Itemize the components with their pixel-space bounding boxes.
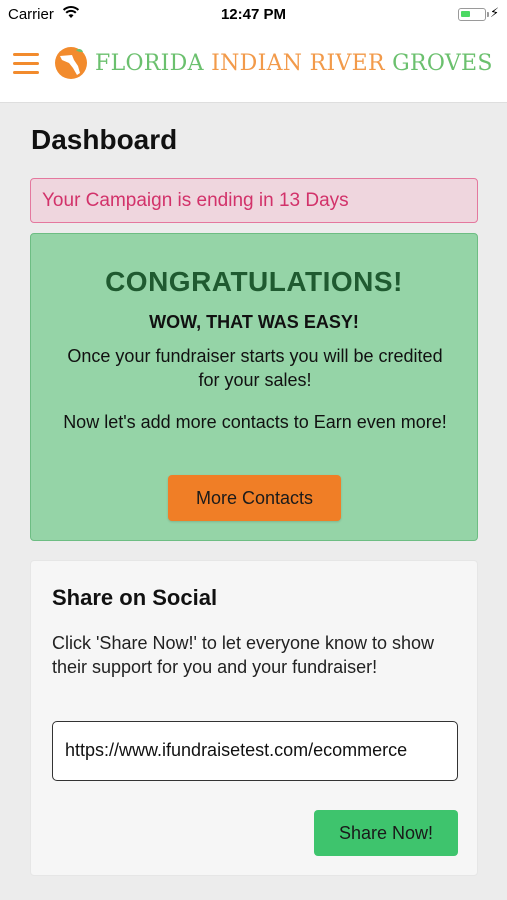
congrats-subheading: WOW, THAT WAS EASY! <box>149 312 359 332</box>
florida-orange-logo-icon <box>54 46 88 80</box>
app-header: FLORIDA INDIAN RIVER GROVES <box>0 30 507 103</box>
share-social-title: Share on Social <box>52 585 218 610</box>
congrats-paragraph-credited: Once your fundraiser starts you will be … <box>67 346 443 390</box>
congrats-heading: CONGRATULATIONS! <box>105 266 403 297</box>
battery-icon <box>458 8 489 21</box>
more-contacts-button[interactable]: More Contacts <box>168 475 341 521</box>
status-time: 12:47 PM <box>220 6 287 23</box>
share-social-description: Click 'Share Now!' to let everyone know … <box>52 633 435 677</box>
share-on-social-card: Share on Social Click 'Share Now!' to le… <box>30 560 478 876</box>
brand-word-florida: FLORIDA <box>95 51 204 76</box>
congrats-paragraph-contacts: Now let's add more contacts to Earn even… <box>63 412 447 432</box>
page-title: Dashboard <box>31 124 178 155</box>
charging-bolt-icon: ⚡ <box>490 5 500 20</box>
congratulations-card: CONGRATULATIONS! WOW, THAT WAS EASY! Onc… <box>30 233 478 541</box>
brand-word-groves: GROVES <box>392 51 493 76</box>
status-bar: Carrier 12:47 PM ⚡ <box>0 0 507 30</box>
brand-name: FLORIDA INDIAN RIVER GROVES <box>95 51 493 76</box>
share-url-field[interactable]: https://www.ifundraisetest.com/ecommerce <box>52 721 458 781</box>
hamburger-menu-icon[interactable] <box>13 53 39 75</box>
brand-word-indian-river: INDIAN RIVER <box>211 51 385 76</box>
campaign-ending-alert: Your Campaign is ending in 13 Days <box>30 178 478 223</box>
share-now-button[interactable]: Share Now! <box>314 810 458 856</box>
